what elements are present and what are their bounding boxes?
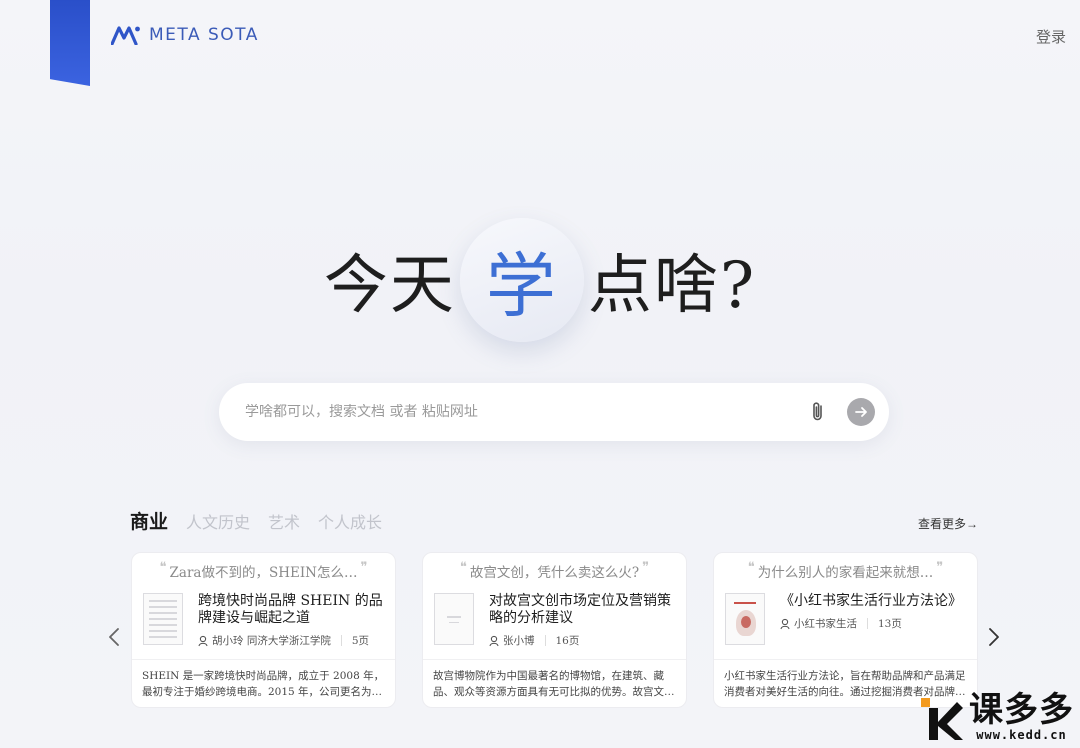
tab-personal-growth[interactable]: 个人成长 <box>318 509 382 533</box>
watermark-logo-icon <box>919 696 963 742</box>
card-author: 胡小玲 同济大学浙江学院 <box>212 635 331 647</box>
quote-close-icon: ❞ <box>642 559 650 575</box>
document-card[interactable]: ❝ 故宫文创，凭什么卖这么火? ❞ 对故宫文创市场定位及营销策略的分析建议 张小… <box>422 552 687 708</box>
carousel-next-button[interactable] <box>984 625 1004 649</box>
card-quote-text: 为什么别人的家看起来就想… <box>757 565 934 581</box>
tab-business[interactable]: 商业 <box>130 507 168 534</box>
card-quote: ❝ Zara做不到的，SHEIN怎么… ❞ <box>132 553 395 589</box>
card-quote: ❝ 为什么别人的家看起来就想… ❞ <box>714 553 977 589</box>
card-pages: 16页 <box>555 635 580 647</box>
search-input[interactable] <box>245 404 807 420</box>
card-quote: ❝ 故宫文创，凭什么卖这么火? ❞ <box>423 553 686 589</box>
user-icon <box>780 618 792 630</box>
watermark-name: 课多多 <box>969 690 1074 730</box>
hero-highlight: 学 <box>459 218 584 342</box>
login-link[interactable]: 登录 <box>1036 26 1066 47</box>
divider <box>340 635 342 646</box>
quote-open-icon: ❝ <box>459 559 467 575</box>
card-quote-text: 故宫文创，凭什么卖这么火? <box>469 565 640 581</box>
watermark: 课多多 www.kedd.cn <box>919 692 1074 742</box>
hero-title-part1: 今天 <box>323 249 456 323</box>
card-quote-text: Zara做不到的，SHEIN怎么… <box>169 565 358 581</box>
arrow-right-icon <box>855 407 867 417</box>
document-card[interactable]: ❝ 为什么别人的家看起来就想… ❞ 《小红书家生活行业方法论》 小红书家生活 1… <box>713 552 978 708</box>
divider <box>544 635 546 646</box>
card-title: 《小红书家生活行业方法论》 <box>780 593 962 609</box>
divider <box>867 618 868 629</box>
paperclip-icon[interactable] <box>807 400 829 424</box>
search-bar <box>219 383 889 441</box>
see-more-link[interactable]: 查看更多→ <box>918 515 978 532</box>
card-author: 小红书家生活 <box>794 618 857 630</box>
card-title: 对故宫文创市场定位及营销策略的分析建议 <box>489 593 671 626</box>
user-icon <box>489 635 501 647</box>
document-thumbnail <box>725 593 765 645</box>
chevron-left-icon <box>109 628 119 646</box>
card-description: SHEIN 是一家跨境快时尚品牌，成立于 2008 年，最初专注于婚纱跨境电商。… <box>132 659 395 705</box>
quote-close-icon: ❞ <box>360 559 368 575</box>
logo[interactable]: META SOTA <box>111 25 259 45</box>
quote-open-icon: ❝ <box>747 559 755 575</box>
quote-open-icon: ❝ <box>159 559 167 575</box>
hero-title-part2: 点啥? <box>587 249 757 323</box>
hero-title: 今天 学 点啥? <box>324 218 756 342</box>
card-pages: 5页 <box>351 635 370 647</box>
carousel-prev-button[interactable] <box>104 625 124 649</box>
card-description: 故宫博物院作为中国最著名的博物馆，在建筑、藏品、观众等资源方面具有无可比拟的优势… <box>423 659 686 705</box>
logo-icon <box>111 26 140 45</box>
card-pages: 13页 <box>878 618 902 630</box>
brand-ribbon <box>50 0 90 86</box>
send-button[interactable] <box>847 398 875 426</box>
quote-close-icon: ❞ <box>936 559 944 575</box>
category-tabs: 商业 人文历史 艺术 个人成长 <box>130 507 382 534</box>
user-icon <box>198 635 210 647</box>
tab-art[interactable]: 艺术 <box>268 509 300 533</box>
card-title: 跨境快时尚品牌 SHEIN 的品牌建设与崛起之道 <box>198 593 383 626</box>
tab-humanities-history[interactable]: 人文历史 <box>186 509 250 533</box>
document-thumbnail <box>143 593 183 645</box>
document-card[interactable]: ❝ Zara做不到的，SHEIN怎么… ❞ 跨境快时尚品牌 SHEIN 的品牌建… <box>131 552 396 708</box>
watermark-url: www.kedd.cn <box>976 728 1067 742</box>
document-thumbnail <box>434 593 474 645</box>
chevron-right-icon <box>989 628 999 646</box>
card-author: 张小博 <box>503 635 535 647</box>
logo-text: META SOTA <box>149 25 259 45</box>
hero: 今天 学 点啥? <box>0 218 1080 342</box>
